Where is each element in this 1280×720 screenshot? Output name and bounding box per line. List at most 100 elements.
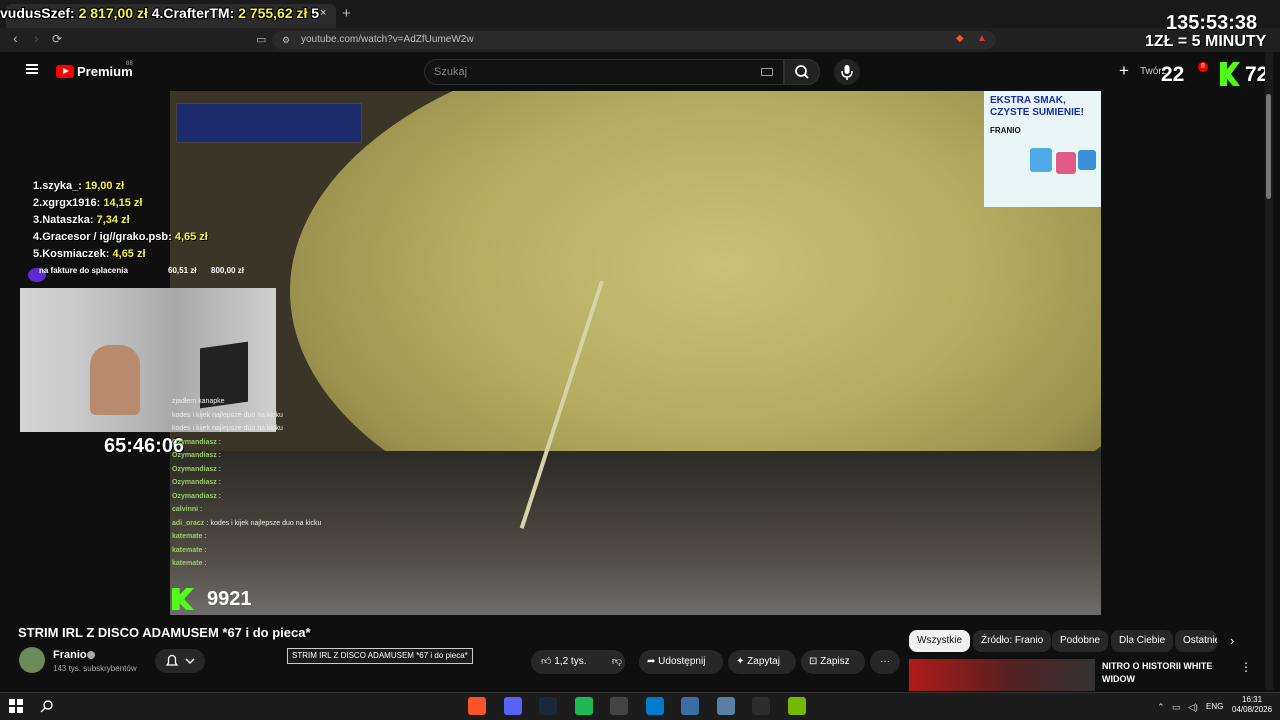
recommended-title[interactable]: NITRO O HISTORII WHITE WIDOW xyxy=(1102,660,1222,686)
chat-message: Ozymandiasz : xyxy=(172,476,321,490)
taskbar-app-terminal-icon[interactable] xyxy=(752,697,770,715)
scrollbar-thumb[interactable] xyxy=(1266,94,1271,199)
sponsor-product-image xyxy=(1078,150,1096,170)
chat-username: adi_oracz : xyxy=(172,519,209,527)
country-code: 88 xyxy=(126,61,133,67)
brave-rewards-icon[interactable]: ▲ xyxy=(977,33,987,44)
donation-rank: 2. xyxy=(33,197,43,209)
taskbar-app-network-icon[interactable] xyxy=(716,697,735,715)
tray-chevron-icon[interactable]: ⌃ xyxy=(1157,702,1165,713)
youtube-logo-icon[interactable] xyxy=(56,65,74,78)
language-indicator[interactable]: ENG xyxy=(1206,702,1223,711)
dislike-button[interactable]: 👎︎ xyxy=(603,650,631,674)
voice-search-button[interactable] xyxy=(834,59,860,85)
ask-label: Zapytaj xyxy=(747,656,780,667)
youtube-premium-label[interactable]: Premium xyxy=(77,64,133,79)
donation-row: 2.xgrgx1916: 14,15 zł xyxy=(33,195,208,212)
channel-name[interactable]: Franio xyxy=(53,649,87,661)
chat-username: katemate : xyxy=(172,546,207,554)
keyboard-icon[interactable] xyxy=(761,68,773,76)
taskbar-app-nvidia-icon[interactable] xyxy=(787,697,806,715)
chat-text: kodes i kijek najlepsze duo na kicku xyxy=(172,425,283,432)
microphone-icon xyxy=(841,65,853,80)
menu-icon[interactable] xyxy=(26,64,38,74)
taskbar-app-steam-icon[interactable] xyxy=(539,697,557,715)
sparkle-icon: ✦ xyxy=(736,656,745,667)
taskbar-app-brave-icon[interactable] xyxy=(468,697,486,715)
tray-network-icon[interactable]: ▭ xyxy=(1172,702,1181,713)
donation-name: szyka_: xyxy=(42,180,82,192)
bell-icon xyxy=(165,654,195,666)
donation-amount: 4,65 zł xyxy=(174,231,208,243)
chat-message: kodes i kijek najlepsze duo na kicku xyxy=(172,409,321,423)
clock-time: 16:31 xyxy=(1242,695,1263,704)
subathon-rate: 1ZŁ = 5 MINUTY xyxy=(1145,33,1267,50)
recommended-thumbnail[interactable] xyxy=(909,659,1095,691)
bookmark-icon[interactable]: ▭ xyxy=(256,33,266,46)
new-tab-button[interactable]: + xyxy=(342,5,351,22)
save-label: Zapisz xyxy=(820,656,850,667)
donation-amount: 19,00 zł xyxy=(85,180,125,192)
search-input[interactable] xyxy=(424,59,784,85)
chip-recent[interactable]: Ostatnie xyxy=(1175,630,1217,652)
save-button[interactable]: ⊡ Zapisz xyxy=(801,650,865,674)
taskbar-app-obs-icon[interactable] xyxy=(610,697,628,715)
chat-text: zjadłem kanapke xyxy=(172,398,225,405)
notification-badge[interactable]: 8 xyxy=(1198,62,1208,72)
donation-amount: 7,34 zł xyxy=(96,214,130,226)
taskbar-app-spotify-icon[interactable] xyxy=(574,697,593,715)
search-button[interactable] xyxy=(784,59,820,85)
donation-amount: 14,15 zł xyxy=(103,197,143,209)
ask-button[interactable]: ✦ Zapytaj xyxy=(728,650,796,674)
thumbs-up-icon: 👍︎ xyxy=(541,656,552,667)
recommended-more-icon[interactable]: ⋮ xyxy=(1240,660,1252,674)
chat-message: Ozymandiasz : xyxy=(172,490,321,504)
chat-username: calvinni : xyxy=(172,506,203,513)
chip-all[interactable]: Wszystkie xyxy=(909,630,970,652)
donation-name: Gracesor / ig//grako.psb: xyxy=(42,231,172,243)
taskbar-app-vscode-icon[interactable] xyxy=(645,697,664,715)
chat-username: Ozymandiasz : xyxy=(172,452,222,459)
donation-name: xgrgx1916: xyxy=(42,197,101,209)
goal-label: na fakture do splacenia xyxy=(39,266,128,275)
save-icon: ⊡ xyxy=(809,656,818,667)
chat-username: katemate : xyxy=(172,560,207,567)
search-icon xyxy=(795,65,809,79)
system-clock[interactable]: 16:31 04/08/2026 xyxy=(1232,695,1272,715)
tray-volume-icon[interactable]: ◁) xyxy=(1188,702,1198,713)
chat-message: Ozymandiasz : xyxy=(172,449,321,463)
chat-username: Ozymandiasz : xyxy=(172,465,222,473)
stream-chat: zjadłem kanapke kodes i kijek najlepsze … xyxy=(172,395,321,571)
chat-message: calvinni : xyxy=(172,503,321,517)
donation-row: 1.szyka_: 19,00 zł xyxy=(33,178,208,195)
taskbar-search-icon[interactable] xyxy=(40,699,54,713)
share-button[interactable]: ➦ Udostępnij xyxy=(639,650,723,674)
chat-message: katemate : xyxy=(172,544,321,558)
channel-avatar[interactable] xyxy=(19,647,45,673)
taskbar-app-explorer-icon[interactable] xyxy=(681,697,699,715)
reload-icon[interactable]: ⟳ xyxy=(52,32,62,46)
verified-icon xyxy=(87,651,95,659)
chat-message: kodes i kijek najlepsze duo na kicku xyxy=(172,422,321,436)
site-info-icon[interactable]: ⚙ xyxy=(282,35,290,46)
subscribe-bell-button[interactable] xyxy=(155,649,205,673)
chip-for-you[interactable]: Dla Ciebie xyxy=(1111,630,1174,652)
brave-shields-icon[interactable]: ◆ xyxy=(956,33,964,44)
kick-follow-count: 9921 xyxy=(207,588,252,610)
forward-icon[interactable]: › xyxy=(34,30,39,46)
search-placeholder: Szukaj xyxy=(434,66,468,78)
donation-leaderboard: 1.szyka_: 19,00 zł 2.xgrgx1916: 14,15 zł… xyxy=(33,178,208,263)
chip-related[interactable]: Podobne xyxy=(1052,630,1109,652)
donation-rank: 1. xyxy=(33,180,43,192)
taskbar-app-discord-icon[interactable] xyxy=(503,697,522,715)
chip-source[interactable]: Źródło: Franio xyxy=(973,630,1052,652)
more-actions-button[interactable]: ··· xyxy=(870,650,900,674)
ticker-name: vudusSzef: xyxy=(0,5,75,21)
tab-close-icon[interactable]: × xyxy=(320,7,326,19)
windows-start-icon[interactable] xyxy=(9,699,23,713)
sponsor-ad-brand: FRANIO xyxy=(990,126,1021,135)
back-icon[interactable]: ‹ xyxy=(13,30,18,46)
chat-username: katemate : xyxy=(172,533,207,540)
create-plus-icon[interactable]: + xyxy=(1119,61,1129,81)
chevron-right-icon[interactable]: › xyxy=(1230,633,1234,648)
